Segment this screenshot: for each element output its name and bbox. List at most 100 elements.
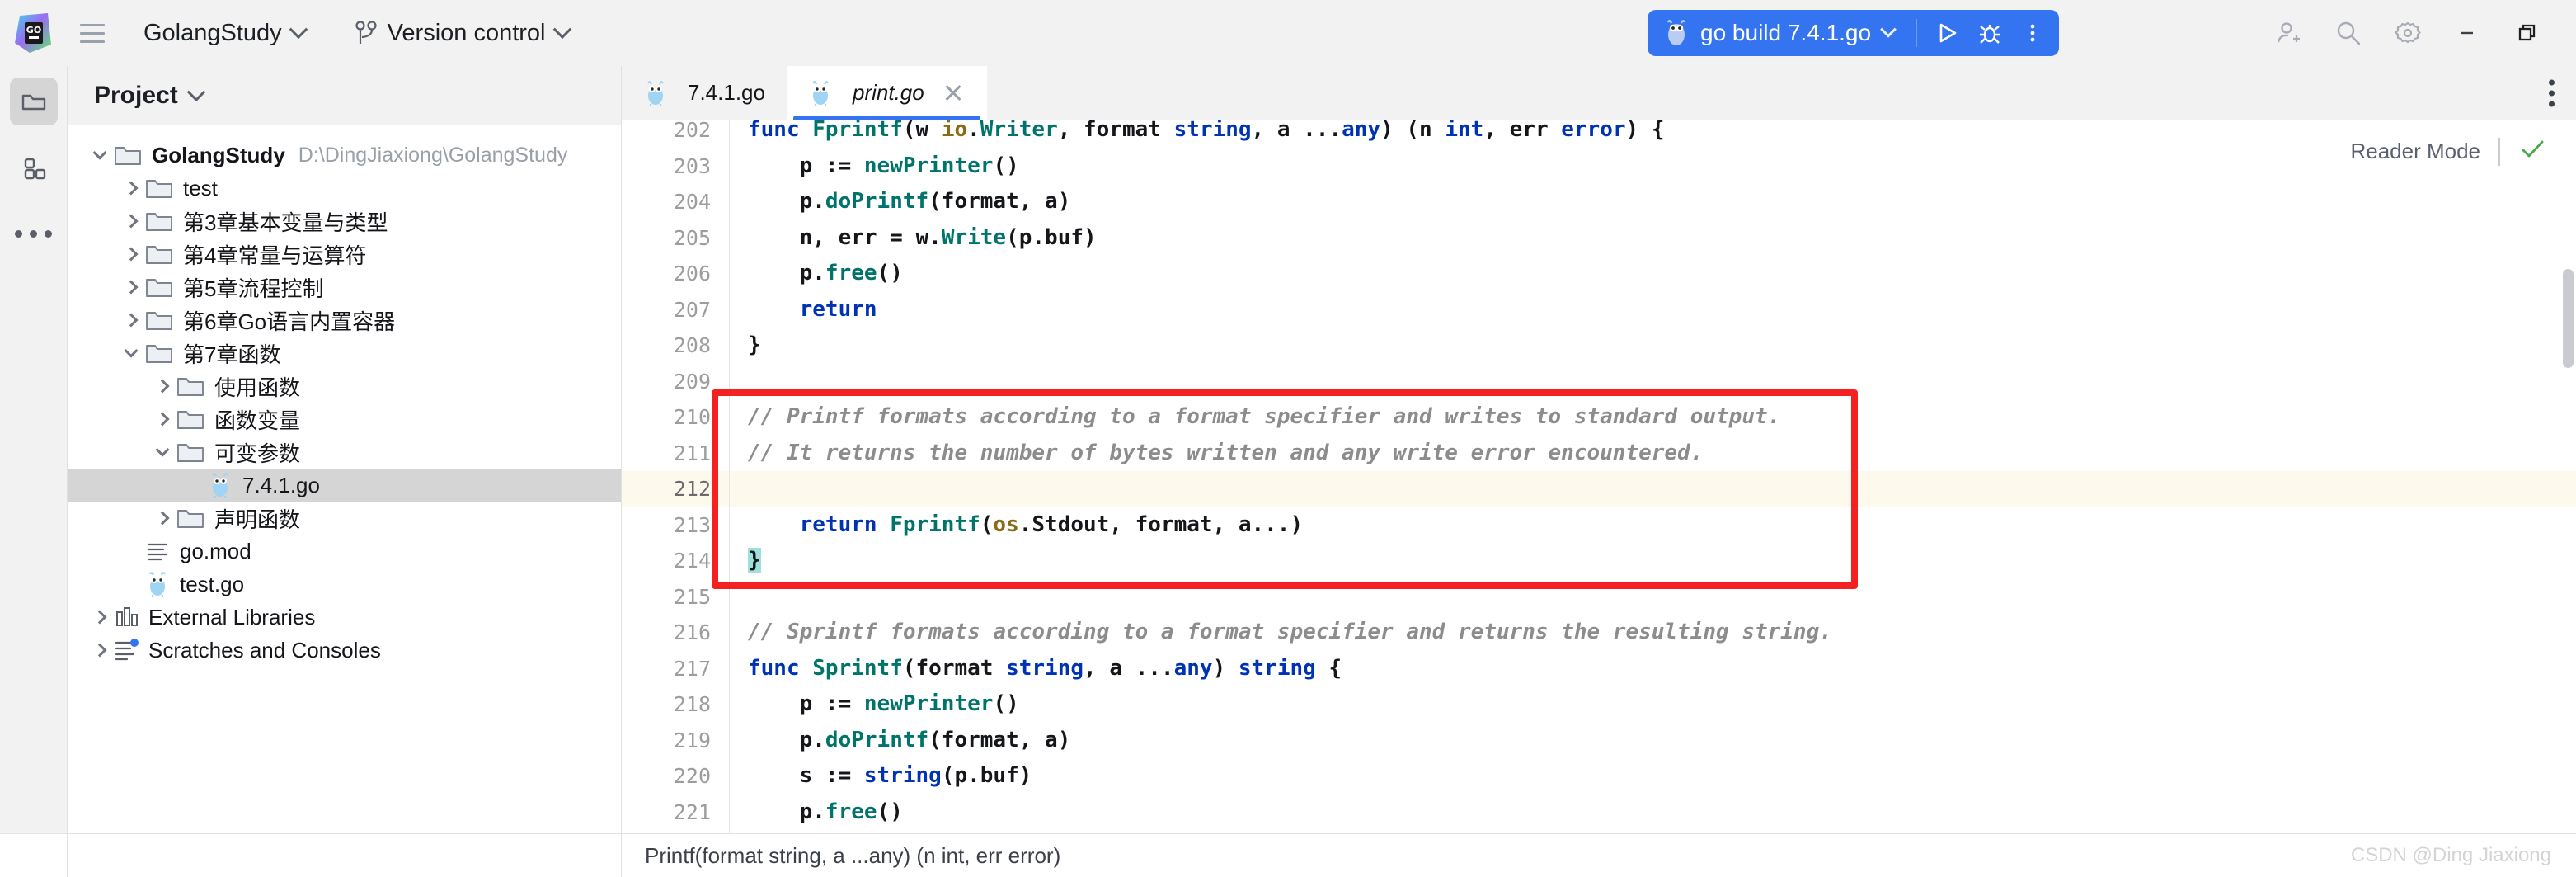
tree-node[interactable]: 第5章流程控制: [68, 271, 621, 304]
chevron-right-icon[interactable]: [86, 610, 114, 625]
structure-blocks-icon[interactable]: [10, 144, 58, 191]
tree-node[interactable]: External Libraries: [68, 601, 621, 634]
tree-node[interactable]: 可变参数: [68, 436, 621, 469]
code-token: string: [1173, 120, 1252, 142]
chevron-right-icon[interactable]: [148, 511, 176, 526]
code-line[interactable]: p.free(): [730, 256, 2576, 292]
code-line[interactable]: p := newPrinter(): [730, 149, 2576, 185]
workspace: Project GolangStudy D:\DingJiaxiong\Golan…: [0, 66, 2576, 833]
project-folder-icon[interactable]: [9, 78, 58, 125]
editor-tab[interactable]: 7.4.1.go: [622, 66, 787, 120]
search-icon[interactable]: [2319, 8, 2378, 58]
tree-node[interactable]: 第3章基本变量与类型: [68, 205, 621, 238]
line-number: 209: [673, 369, 711, 394]
scrollbar-thumb[interactable]: [2563, 269, 2574, 368]
editor-scrollbar[interactable]: [2561, 120, 2576, 833]
run-more-button[interactable]: [2011, 13, 2054, 53]
settings-gear-icon[interactable]: [2378, 8, 2437, 58]
code-line[interactable]: // It returns the number of bytes writte…: [730, 436, 2576, 472]
go-gopher-icon: [1664, 19, 1689, 47]
chevron-down-icon[interactable]: [186, 82, 206, 101]
restore-window-icon[interactable]: [2497, 8, 2556, 58]
code-line[interactable]: s := string(p.buf): [730, 758, 2576, 794]
line-number-gutter: 202 203 204 205 206 207 208 209 210 211 212 213 214 2…: [622, 120, 729, 833]
close-icon[interactable]: [941, 81, 966, 106]
code-line[interactable]: // Printf formats according to a format …: [730, 399, 2576, 436]
code-line[interactable]: p := newPrinter(): [730, 686, 2576, 723]
tree-node[interactable]: go.mod: [68, 535, 621, 568]
code-token: (w: [902, 120, 942, 142]
code-line[interactable]: }: [730, 328, 2576, 364]
chevron-right-icon[interactable]: [117, 181, 145, 196]
dot: [45, 229, 52, 238]
tree-node[interactable]: 第7章函数: [68, 337, 621, 370]
code-line[interactable]: [730, 364, 2576, 400]
code-line[interactable]: [730, 579, 2576, 615]
tree-node[interactable]: GolangStudy D:\DingJiaxiong\GolangStudy: [68, 139, 621, 172]
code-token: p.: [748, 727, 825, 752]
code-token: //: [748, 404, 787, 429]
tree-node[interactable]: test: [68, 172, 621, 205]
chevron-down-icon[interactable]: [117, 343, 145, 358]
tree-node[interactable]: Scratches and Consoles: [68, 634, 621, 667]
code-line[interactable]: p.doPrintf(format, a): [730, 723, 2576, 759]
code-line[interactable]: func Printf(format string, a ...any) (n …: [730, 471, 2576, 507]
chevron-right-icon[interactable]: [148, 379, 176, 394]
code-line[interactable]: }: [730, 543, 2576, 579]
more-vertical-icon: [2030, 24, 2035, 42]
chevron-right-icon[interactable]: [117, 313, 145, 328]
reader-mode-indicator[interactable]: Reader Mode: [2350, 135, 2546, 167]
chevron-right-icon[interactable]: [117, 247, 145, 262]
code-line[interactable]: func Fprintf(w io.Writer, format string,…: [730, 120, 2576, 149]
code-line[interactable]: func Sprintf(format string, a ...any) st…: [730, 651, 2576, 687]
code-token: (): [993, 153, 1019, 178]
code-content[interactable]: func Fprintf(w io.Writer, format string,…: [730, 120, 2576, 830]
minimize-icon[interactable]: [2437, 8, 2497, 58]
line-number: 215: [673, 584, 711, 609]
editor-tab[interactable]: print.go: [786, 66, 987, 120]
tree-node[interactable]: 第4章常量与运算符: [68, 238, 621, 271]
add-user-icon[interactable]: [2259, 8, 2319, 58]
line-number: 220: [673, 764, 711, 788]
code-line[interactable]: return: [730, 292, 2576, 328]
code-token: error: [1561, 120, 1626, 142]
tree-node[interactable]: 第6章Go语言内置容器: [68, 304, 621, 337]
code-line[interactable]: n, err = w.Write(p.buf): [730, 220, 2576, 257]
chevron-right-icon[interactable]: [117, 214, 145, 229]
code-line[interactable]: p.doPrintf(format, a): [730, 184, 2576, 220]
debug-button[interactable]: [1968, 13, 2011, 53]
chevron-right-icon[interactable]: [117, 280, 145, 295]
line-number: 213: [673, 512, 711, 537]
chevron-right-icon[interactable]: [86, 643, 114, 658]
tree-node[interactable]: 使用函数: [68, 370, 621, 403]
code-line[interactable]: p.free(): [730, 794, 2576, 831]
code-editor[interactable]: 202 203 204 205 206 207 208 209 210 211 212 213 214 2…: [622, 120, 2576, 833]
run-config-selector[interactable]: go build 7.4.1.go: [1661, 13, 1907, 53]
tree-node[interactable]: test.go: [68, 568, 621, 601]
code-token: (p.buf): [941, 763, 1032, 788]
code-line[interactable]: // Sprintf formats according to a format…: [730, 615, 2576, 651]
editor-tab-label: print.go: [852, 80, 924, 105]
editor-options-icon[interactable]: [2549, 79, 2555, 106]
chevron-down-icon[interactable]: [86, 145, 114, 160]
chevron-down-icon[interactable]: [148, 442, 176, 457]
code-surface[interactable]: func Fprintf(w io.Writer, format string,…: [712, 120, 2576, 833]
go-file-icon: [208, 472, 233, 498]
project-name-button[interactable]: GolangStudy: [134, 13, 315, 53]
run-button[interactable]: [1925, 13, 1968, 53]
breadcrumb[interactable]: Printf(format string, a ...any) (n int, …: [622, 843, 1060, 869]
goland-logo-icon: GO: [12, 12, 54, 54]
tree-node-label: 函数变量: [214, 408, 301, 433]
main-menu-button[interactable]: [73, 13, 112, 53]
tree-node[interactable]: 函数变量: [68, 403, 621, 436]
more-ellipsis-icon[interactable]: [10, 210, 58, 257]
chevron-right-icon[interactable]: [148, 412, 176, 427]
tree-node[interactable]: 7.4.1.go: [68, 469, 621, 502]
tree-node[interactable]: 声明函数: [68, 502, 621, 535]
go-file-icon: [145, 571, 170, 597]
code-line[interactable]: return Fprintf(os.Stdout, format, a...): [730, 507, 2576, 544]
version-control-button[interactable]: Version control: [345, 13, 579, 53]
line-number: 216: [673, 620, 711, 644]
code-token: Writer: [980, 120, 1058, 142]
code-token: ) (n: [1199, 476, 1265, 501]
